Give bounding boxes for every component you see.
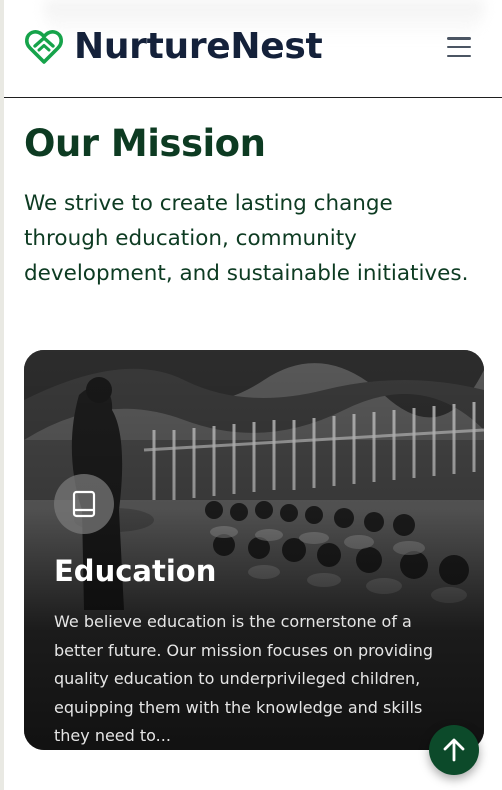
hamburger-menu-icon xyxy=(447,37,471,40)
card-icon-badge xyxy=(54,474,114,534)
heart-logo-icon xyxy=(25,29,63,64)
site-header: NurtureNest xyxy=(4,0,502,98)
page-edge xyxy=(0,0,4,790)
card-title: Education xyxy=(54,554,217,588)
section-description: We strive to create lasting change throu… xyxy=(24,191,469,286)
section-title: Our Mission xyxy=(24,122,266,165)
book-icon xyxy=(72,490,96,518)
brand-name: NurtureNest xyxy=(74,26,323,67)
scroll-to-top-button[interactable] xyxy=(429,725,479,775)
mission-card-education[interactable]: Education We believe education is the co… xyxy=(24,350,484,750)
brand-logo[interactable]: NurtureNest xyxy=(24,26,323,67)
card-description: We believe education is the cornerstone … xyxy=(54,612,434,745)
menu-button[interactable] xyxy=(444,34,474,60)
arrow-up-icon xyxy=(443,738,465,762)
